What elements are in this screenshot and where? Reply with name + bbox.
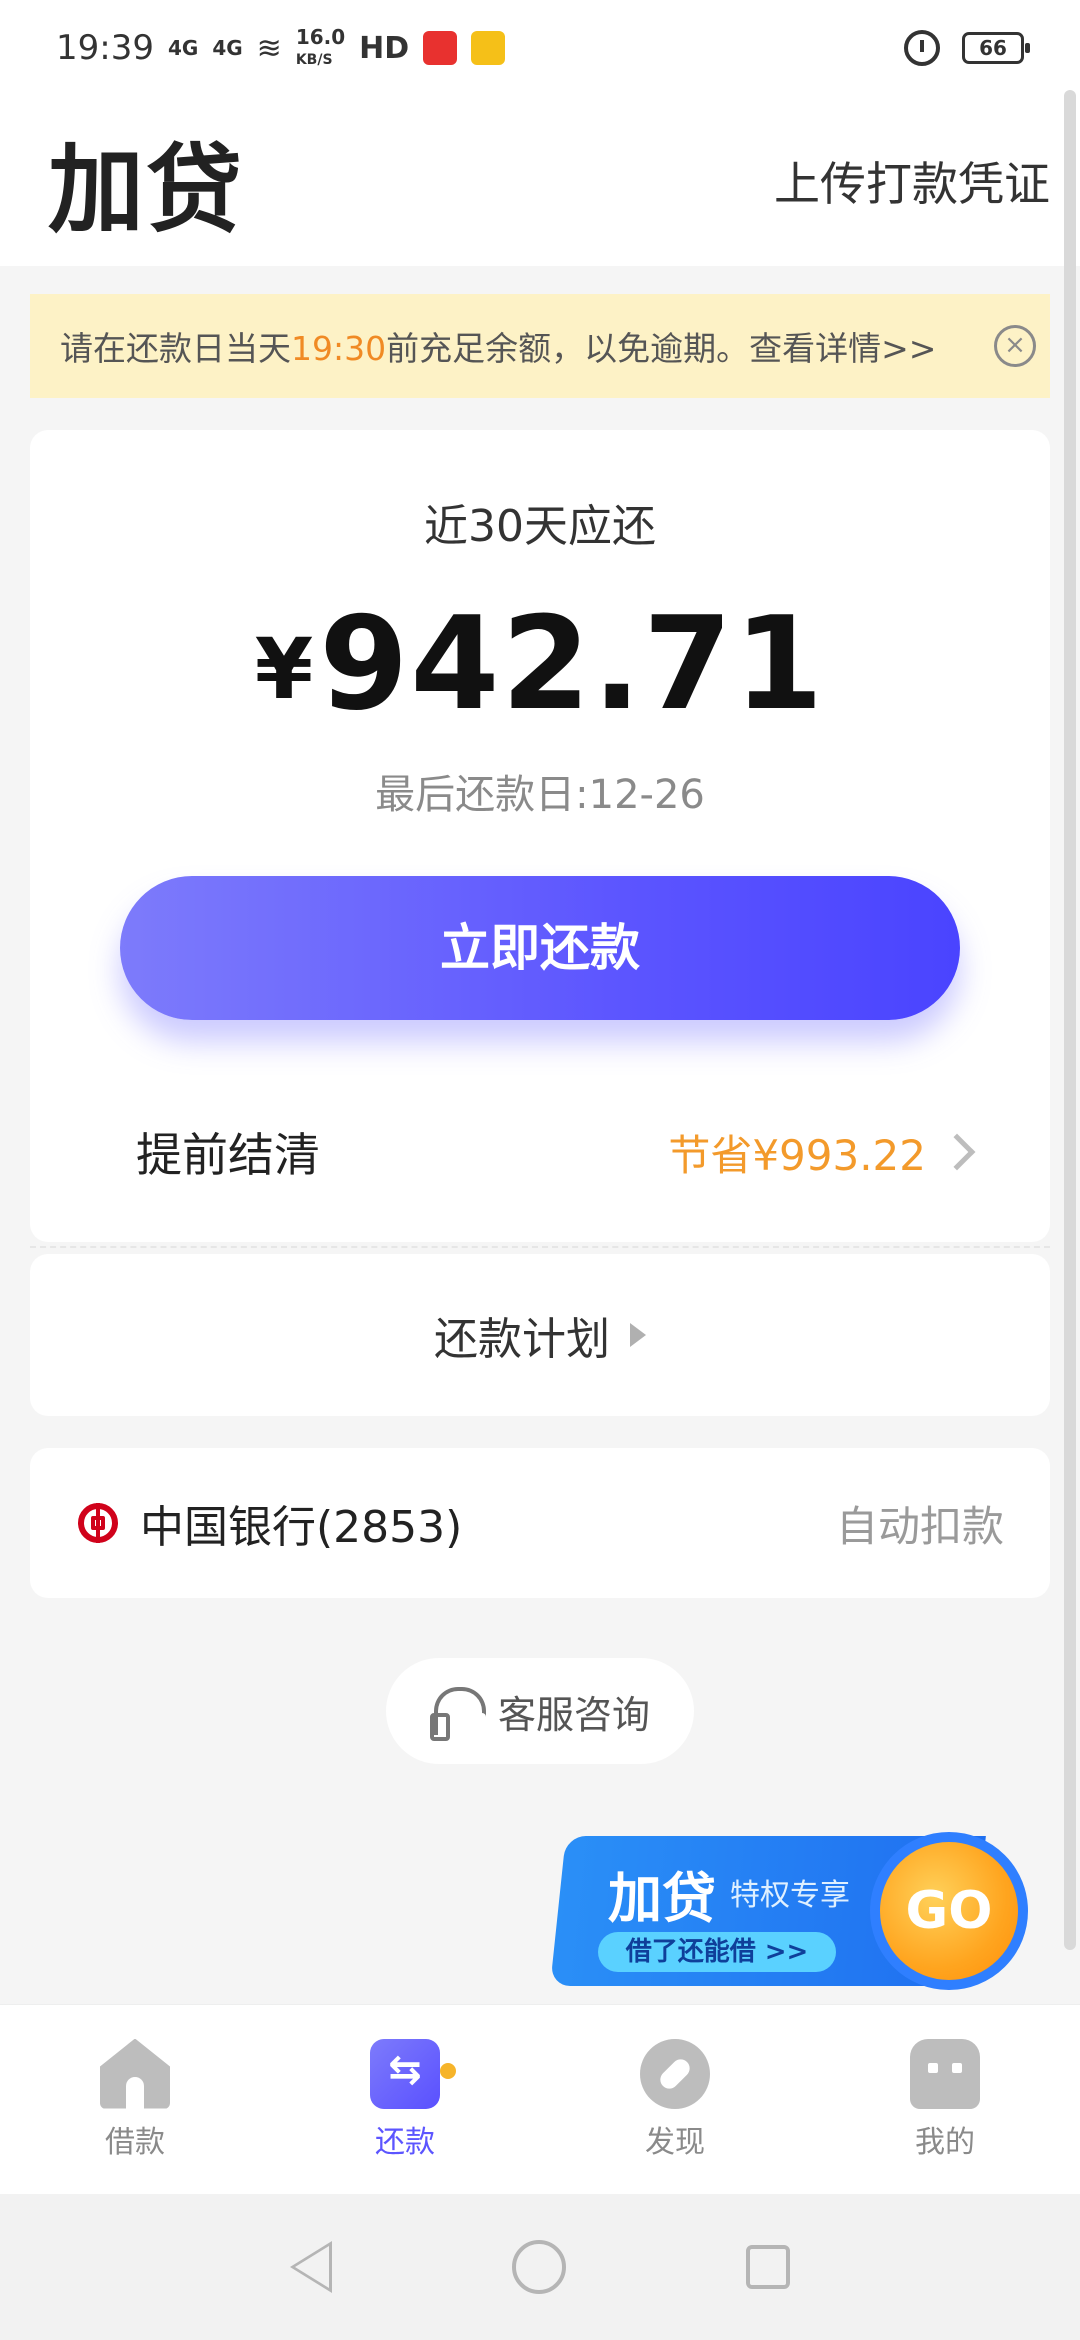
- notice-suffix: 前充足余额，以免逾期。查看详情>>: [386, 329, 937, 368]
- promo-tag: 借了还能借 >>: [598, 1932, 836, 1972]
- notification-dot: [440, 2062, 456, 2079]
- back-icon[interactable]: [290, 2241, 332, 2293]
- page-title: 加贷: [48, 133, 244, 246]
- savings-amount: 节省¥993.22: [668, 1130, 926, 1180]
- due-amount: ¥942.71: [30, 590, 1050, 739]
- last-repayment-date: 最后还款日:12-26: [375, 772, 705, 818]
- nav-item-discover[interactable]: 发现: [575, 2038, 775, 2161]
- nav-label-discover: 发现: [645, 2124, 705, 2160]
- nav-item-borrow[interactable]: 借款: [35, 2038, 235, 2161]
- bank-info: 中国银行(2853): [78, 1491, 462, 1555]
- app-header: 加贷 上传打款凭证: [0, 96, 1080, 266]
- scroll-indicator[interactable]: [1064, 90, 1076, 1950]
- app-notification-icon-yellow: [471, 31, 506, 65]
- notice-prefix: 请在还款日当天: [60, 329, 291, 368]
- battery-icon: 66: [962, 32, 1030, 64]
- due-period-label: 近30天应还: [424, 501, 656, 552]
- early-settlement-right: 节省¥993.22: [668, 1122, 978, 1183]
- net-speed: 16.0 KB/S: [296, 27, 345, 70]
- repayment-notice-banner[interactable]: 请在还款日当天19:30前充足余额，以免逾期。查看详情>> ×: [30, 294, 1050, 398]
- bank-of-china-logo-icon: [78, 1503, 118, 1543]
- notice-text: 请在还款日当天19:30前充足余额，以免逾期。查看详情>>: [60, 322, 936, 370]
- promo-banner[interactable]: 加贷 特权专享 借了还能借 >> GO: [550, 1832, 1046, 1990]
- app-notification-icon-red: [423, 31, 458, 65]
- status-time: 19:39: [56, 28, 154, 68]
- status-right: 66: [904, 30, 1030, 66]
- repayment-plan-label: 还款计划: [434, 1314, 610, 1365]
- network-4g-1: 4G: [167, 36, 199, 60]
- nav-item-mine[interactable]: 我的: [845, 2038, 1045, 2161]
- home-circle-icon[interactable]: [512, 2240, 566, 2294]
- network-4g-2: 4G: [212, 36, 243, 60]
- promo-subtitle: 特权专享: [730, 1878, 850, 1913]
- headset-icon: [429, 1687, 486, 1741]
- nav-label-repay: 还款: [375, 2124, 435, 2160]
- notice-time: 19:30: [291, 329, 387, 368]
- amount-value: 942.71: [319, 590, 826, 739]
- home-icon: [100, 2038, 170, 2109]
- alarm-icon: [904, 30, 940, 66]
- customer-service-button[interactable]: 客服咨询: [386, 1658, 694, 1764]
- status-bar: 19:39 4G 4G ≋ 16.0 KB/S HD 66: [0, 0, 1080, 96]
- status-left: 19:39 4G 4G ≋ 16.0 KB/S HD: [56, 27, 506, 70]
- nav-item-repay[interactable]: 还款: [305, 2038, 505, 2161]
- repay-now-button[interactable]: 立即还款: [120, 876, 960, 1020]
- customer-service-label: 客服咨询: [497, 1692, 650, 1737]
- net-speed-unit: KB/S: [295, 51, 333, 68]
- triangle-right-icon: [630, 1323, 646, 1347]
- profile-icon: [910, 2038, 980, 2109]
- divider: [30, 1246, 1050, 1248]
- promo-go-button[interactable]: GO: [870, 1832, 1028, 1990]
- repay-icon: [370, 2038, 456, 2109]
- net-speed-value: 16.0: [295, 24, 346, 49]
- upload-payment-proof-link[interactable]: 上传打款凭证: [774, 148, 1050, 214]
- hd-indicator: HD: [359, 30, 410, 66]
- auto-debit-label: 自动扣款: [835, 1501, 1004, 1551]
- early-settlement-row[interactable]: 提前结清 节省¥993.22: [136, 1112, 978, 1192]
- early-settlement-label: 提前结清: [136, 1128, 320, 1182]
- repayment-plan-card[interactable]: 还款计划: [30, 1254, 1050, 1416]
- nav-label-borrow: 借款: [105, 2124, 165, 2160]
- bank-name: 中国银行(2853): [140, 1502, 463, 1553]
- nav-label-mine: 我的: [915, 2124, 975, 2160]
- chevron-right-icon: [938, 1133, 976, 1171]
- bank-account-card[interactable]: 中国银行(2853) 自动扣款: [30, 1448, 1050, 1598]
- system-nav-bar: [0, 2194, 1080, 2340]
- currency-symbol: ¥: [254, 620, 314, 718]
- recent-apps-icon[interactable]: [746, 2245, 790, 2289]
- bottom-nav: 借款 还款 发现 我的: [0, 2004, 1080, 2194]
- promo-title: 加贷: [608, 1867, 716, 1930]
- wifi-icon: ≋: [256, 30, 282, 66]
- repayment-summary-card: 近30天应还 ¥942.71 最后还款日:12-26 立即还款 提前结清 节省¥…: [30, 430, 1050, 1242]
- close-icon[interactable]: ×: [994, 325, 1036, 367]
- compass-icon: [640, 2038, 710, 2109]
